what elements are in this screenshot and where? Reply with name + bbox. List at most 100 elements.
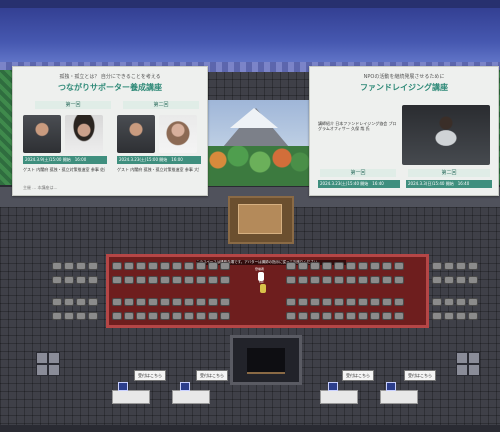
seat[interactable] xyxy=(136,262,146,270)
seat[interactable] xyxy=(382,312,392,320)
seat[interactable] xyxy=(196,298,206,306)
seat[interactable] xyxy=(52,298,62,306)
reception-desk[interactable] xyxy=(380,390,418,404)
avatar[interactable] xyxy=(260,284,266,293)
seat[interactable] xyxy=(148,276,158,284)
seat[interactable] xyxy=(370,312,380,320)
seat[interactable] xyxy=(172,262,182,270)
lecture-panel-left[interactable]: 孤独・孤立とは？ 自分にできることを考える つながりサポーター養成講座 第一回 … xyxy=(12,66,208,196)
seat[interactable] xyxy=(208,312,218,320)
seat[interactable] xyxy=(124,262,134,270)
seat[interactable] xyxy=(358,312,368,320)
seat[interactable] xyxy=(334,262,344,270)
seat[interactable] xyxy=(456,262,466,270)
seat[interactable] xyxy=(88,276,98,284)
seat[interactable] xyxy=(382,276,392,284)
seat[interactable] xyxy=(298,262,308,270)
seat[interactable] xyxy=(112,312,122,320)
seat[interactable] xyxy=(76,262,86,270)
seat[interactable] xyxy=(136,312,146,320)
seat[interactable] xyxy=(208,276,218,284)
seat[interactable] xyxy=(52,276,62,284)
seat[interactable] xyxy=(346,276,356,284)
stage-platform[interactable] xyxy=(228,196,294,244)
seat[interactable] xyxy=(172,312,182,320)
seat[interactable] xyxy=(220,276,230,284)
seat[interactable] xyxy=(136,298,146,306)
seat[interactable] xyxy=(112,262,122,270)
seat[interactable] xyxy=(148,298,158,306)
seat[interactable] xyxy=(220,262,230,270)
seat[interactable] xyxy=(286,262,296,270)
seat[interactable] xyxy=(370,262,380,270)
seat[interactable] xyxy=(382,262,392,270)
seat[interactable] xyxy=(52,312,62,320)
seat[interactable] xyxy=(52,262,62,270)
seat[interactable] xyxy=(64,276,74,284)
seat[interactable] xyxy=(184,312,194,320)
seat[interactable] xyxy=(88,298,98,306)
seat[interactable] xyxy=(456,276,466,284)
seat[interactable] xyxy=(394,276,404,284)
seat[interactable] xyxy=(358,298,368,306)
seat[interactable] xyxy=(468,298,478,306)
seat[interactable] xyxy=(322,262,332,270)
reception-sign[interactable]: 受付はこちら xyxy=(342,370,374,381)
seat[interactable] xyxy=(334,312,344,320)
lecture-panel-right[interactable]: NPOの活動を継続発展させるために ファンドレイジング講座 講師紹介 日本ファン… xyxy=(309,66,499,196)
seat[interactable] xyxy=(370,298,380,306)
seat[interactable] xyxy=(286,312,296,320)
seat[interactable] xyxy=(298,298,308,306)
entrance-door[interactable] xyxy=(247,348,285,374)
seat[interactable] xyxy=(76,298,86,306)
seat[interactable] xyxy=(184,276,194,284)
seat[interactable] xyxy=(334,276,344,284)
seat[interactable] xyxy=(64,262,74,270)
seat[interactable] xyxy=(346,262,356,270)
seat[interactable] xyxy=(432,276,442,284)
entrance-pit[interactable] xyxy=(230,335,302,385)
seat[interactable] xyxy=(76,276,86,284)
seat[interactable] xyxy=(468,276,478,284)
seat[interactable] xyxy=(456,312,466,320)
seat[interactable] xyxy=(148,262,158,270)
seat[interactable] xyxy=(444,298,454,306)
seat[interactable] xyxy=(286,276,296,284)
seat[interactable] xyxy=(172,298,182,306)
seat[interactable] xyxy=(196,312,206,320)
seat[interactable] xyxy=(160,312,170,320)
seat[interactable] xyxy=(196,276,206,284)
reception-sign[interactable]: 受付はこちら xyxy=(134,370,166,381)
seat[interactable] xyxy=(310,312,320,320)
seat[interactable] xyxy=(160,276,170,284)
seat[interactable] xyxy=(456,298,466,306)
seat[interactable] xyxy=(208,262,218,270)
reception-desk[interactable] xyxy=(320,390,358,404)
seat[interactable] xyxy=(160,262,170,270)
seat[interactable] xyxy=(394,262,404,270)
seat[interactable] xyxy=(208,298,218,306)
seat[interactable] xyxy=(346,298,356,306)
reception-sign[interactable]: 受付はこちら xyxy=(404,370,436,381)
seat[interactable] xyxy=(298,312,308,320)
seat[interactable] xyxy=(468,262,478,270)
reception-desk[interactable] xyxy=(172,390,210,404)
seat[interactable] xyxy=(394,298,404,306)
seat[interactable] xyxy=(160,298,170,306)
seat[interactable] xyxy=(444,262,454,270)
seat[interactable] xyxy=(124,312,134,320)
seat[interactable] xyxy=(370,276,380,284)
seat[interactable] xyxy=(76,312,86,320)
seat[interactable] xyxy=(220,312,230,320)
reception-sign[interactable]: 受付はこちら xyxy=(196,370,228,381)
seat[interactable] xyxy=(64,298,74,306)
seat[interactable] xyxy=(394,312,404,320)
seat[interactable] xyxy=(286,298,296,306)
seat[interactable] xyxy=(358,276,368,284)
seat[interactable] xyxy=(124,298,134,306)
seat[interactable] xyxy=(322,298,332,306)
seat[interactable] xyxy=(322,312,332,320)
seat[interactable] xyxy=(298,276,308,284)
seat[interactable] xyxy=(382,298,392,306)
seat[interactable] xyxy=(346,312,356,320)
